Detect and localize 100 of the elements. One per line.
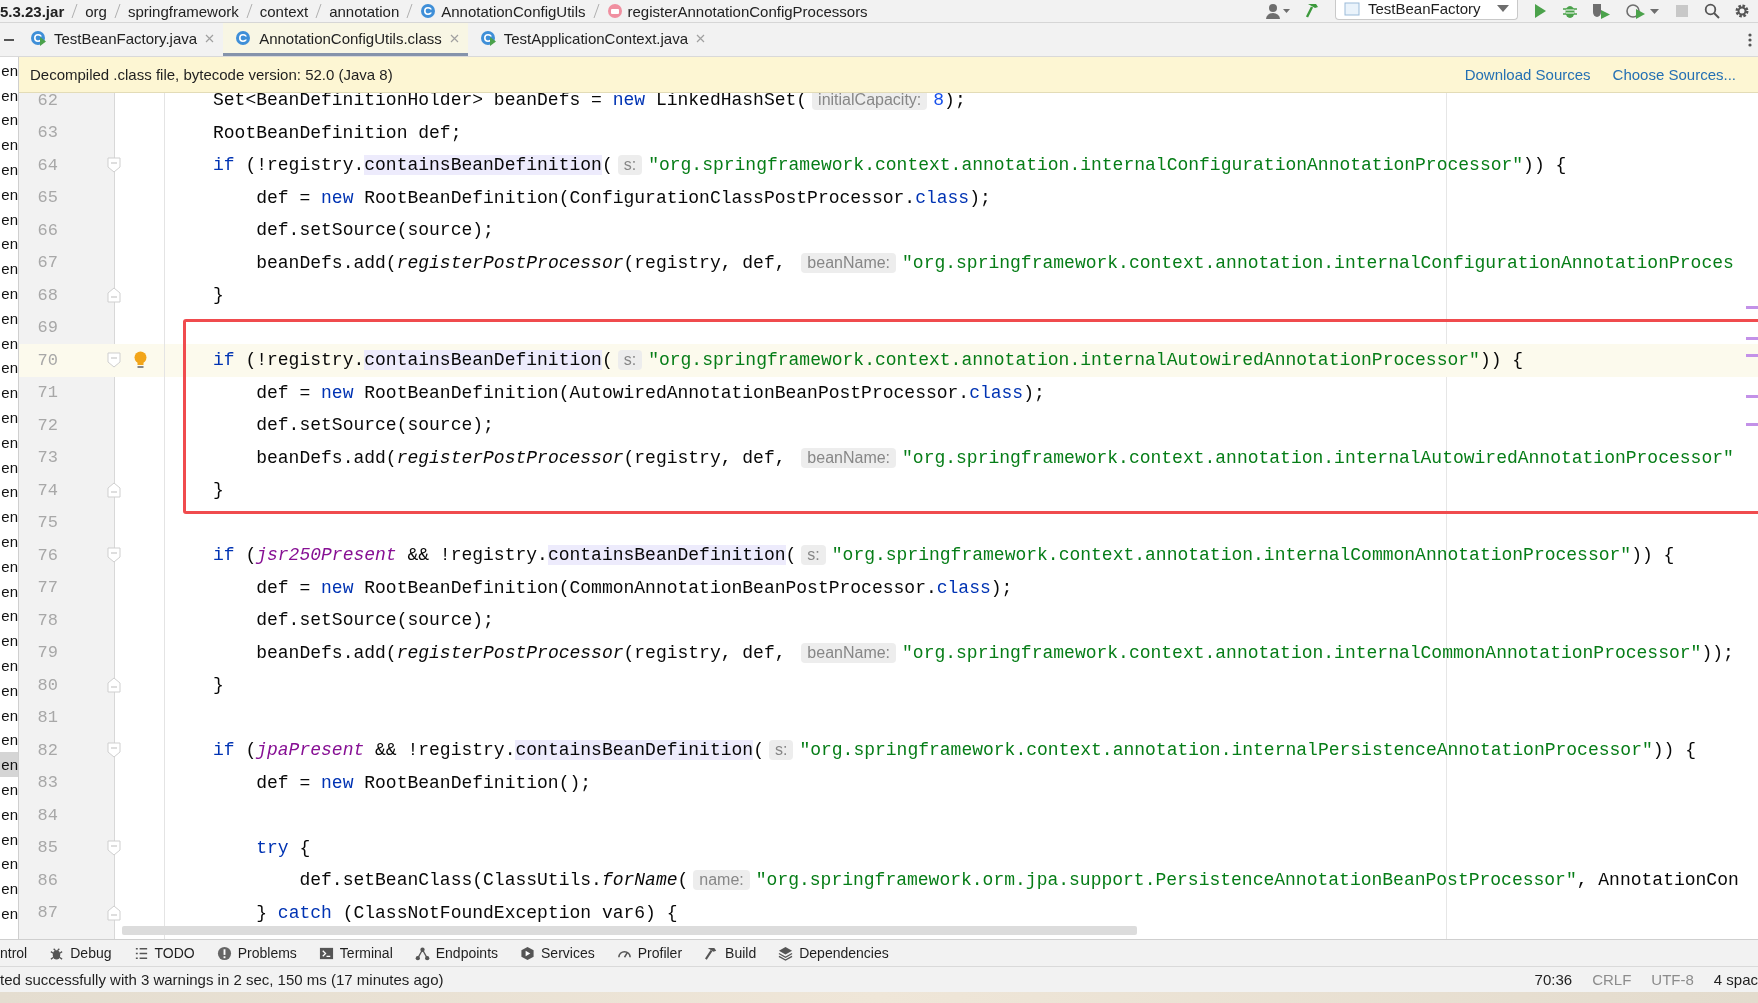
tree-item[interactable]: en — [1, 681, 18, 699]
indent-setting[interactable]: 4 spac — [1713, 971, 1758, 988]
tree-item[interactable]: en — [1, 781, 18, 798]
tree-item[interactable]: en — [1, 657, 18, 674]
breadcrumb-item[interactable]: annotation — [329, 2, 400, 20]
debug-icon[interactable] — [1562, 3, 1578, 19]
line-number: 87 — [36, 903, 58, 923]
profiler-icon[interactable] — [1626, 3, 1660, 19]
tool-window-button[interactable]: Problems — [216, 945, 297, 961]
tree-item[interactable]: en — [1, 161, 18, 179]
tree-item[interactable]: en — [1, 136, 18, 154]
editor-tab[interactable]: AnnotationConfigUtils.class — [223, 23, 468, 56]
breadcrumb-item[interactable]: registerAnnotationConfigProcessors — [627, 2, 868, 20]
tree-item[interactable]: en — [1, 334, 18, 352]
close-icon[interactable] — [696, 33, 705, 43]
tree-item[interactable]: en — [1, 309, 18, 327]
breadcrumb-item[interactable]: context — [259, 2, 309, 20]
tree-item[interactable]: en — [1, 235, 18, 253]
tree-item[interactable]: en — [1, 706, 18, 724]
run-configuration-selector[interactable]: TestBeanFactory — [1335, 0, 1518, 20]
fold-icon[interactable] — [107, 904, 121, 921]
notice-link[interactable]: Choose Sources... — [1612, 66, 1736, 83]
caret-position[interactable]: 70:36 — [1534, 971, 1573, 988]
tree-item[interactable]: en — [1, 433, 18, 451]
tool-window-button[interactable]: TODO — [133, 945, 195, 961]
tree-item[interactable]: en — [1, 731, 18, 749]
breadcrumb-item[interactable]: springframework — [127, 2, 239, 20]
error-stripe-mark[interactable] — [1746, 354, 1758, 357]
tree-item[interactable]: en — [1, 905, 18, 922]
line-number: 64 — [36, 155, 58, 175]
tree-item[interactable]: en — [1, 61, 18, 79]
error-stripe-mark[interactable] — [1746, 337, 1758, 340]
class-file-icon — [479, 30, 496, 46]
tree-item[interactable]: en — [1, 632, 18, 650]
settings-icon[interactable] — [1734, 3, 1750, 19]
error-stripe-mark[interactable] — [1746, 395, 1758, 398]
tree-item[interactable]: en — [1, 185, 18, 203]
tree-item[interactable]: en — [1, 111, 18, 129]
tree-item[interactable]: en — [1, 830, 18, 848]
breadcrumb-separator — [406, 3, 414, 19]
tree-item[interactable]: en — [1, 458, 18, 476]
lightbulb-icon[interactable] — [133, 351, 148, 370]
tree-item[interactable]: en — [1, 582, 18, 600]
fold-icon[interactable] — [107, 352, 121, 369]
tool-window-button[interactable]: Terminal — [318, 945, 393, 961]
fold-icon[interactable] — [107, 287, 121, 304]
fold-icon[interactable] — [107, 547, 121, 564]
editor-tab[interactable]: TestBeanFactory.java — [18, 23, 224, 56]
tool-window-button[interactable]: Services — [520, 945, 595, 961]
collapse-icon[interactable] — [4, 38, 14, 41]
close-icon[interactable] — [449, 33, 459, 43]
tree-item[interactable]: en — [1, 855, 18, 873]
line-number: 75 — [36, 513, 58, 533]
coverage-icon[interactable] — [1592, 3, 1612, 19]
notice-link[interactable]: Download Sources — [1464, 66, 1591, 83]
tool-window-button[interactable]: Endpoints — [414, 945, 499, 961]
fold-icon[interactable] — [107, 157, 121, 174]
tree-item[interactable]: en — [1, 359, 18, 377]
tree-item[interactable]: en — [1, 384, 18, 402]
error-stripe-mark[interactable] — [1746, 423, 1758, 426]
tree-item[interactable]: en — [1, 805, 18, 823]
error-stripe-mark[interactable] — [1746, 306, 1758, 309]
fold-icon[interactable] — [107, 677, 121, 694]
fold-icon[interactable] — [107, 839, 121, 856]
fold-icon[interactable] — [107, 482, 121, 499]
tool-window-button[interactable]: ntrol — [0, 945, 28, 961]
tree-item[interactable]: en — [1, 409, 18, 427]
tool-window-button[interactable]: Debug — [49, 945, 112, 961]
tree-item[interactable]: en — [1, 508, 18, 526]
search-icon[interactable] — [1704, 3, 1720, 19]
run-icon[interactable] — [1532, 3, 1548, 19]
tool-window-button[interactable]: Build — [704, 945, 757, 961]
stop-icon[interactable] — [1674, 3, 1690, 19]
status-message: ted successfully with 3 warnings in 2 sec, 150 ms (17 minutes ago) — [0, 971, 445, 988]
tree-item[interactable]: en — [1, 285, 18, 303]
tree-item[interactable]: en — [1, 483, 18, 501]
fold-icon[interactable] — [107, 742, 121, 759]
horizontal-scrollbar[interactable] — [122, 926, 1137, 935]
tree-item[interactable]: en — [1, 607, 18, 625]
close-icon[interactable] — [205, 33, 215, 43]
breadcrumb-item[interactable]: org — [85, 2, 107, 20]
code-text: } — [213, 480, 224, 501]
breadcrumb-item[interactable]: 5.3.23.jar — [0, 2, 65, 20]
tree-item[interactable]: en — [1, 880, 18, 898]
code-text: def.setSource(source); — [256, 610, 494, 631]
tree-item[interactable]: en — [1, 557, 18, 575]
tree-item[interactable]: en — [1, 86, 18, 104]
tool-window-button[interactable]: Dependencies — [778, 945, 889, 961]
user-icon[interactable] — [1265, 3, 1291, 19]
more-icon[interactable] — [1748, 32, 1752, 47]
tree-item[interactable]: en — [1, 210, 18, 228]
code-text: "org.springframework.context.annotation.internalConfigurationAnnotationProces — [902, 252, 1734, 273]
hammer-icon[interactable] — [1305, 3, 1321, 19]
breadcrumb-item[interactable]: AnnotationConfigUtils — [441, 2, 586, 20]
layers-icon — [778, 945, 794, 961]
tool-window-button[interactable]: Profiler — [616, 945, 683, 961]
breadcrumb-separator — [113, 3, 121, 19]
editor-tab[interactable]: TestApplicationContext.java — [467, 23, 714, 56]
tree-item[interactable]: en — [1, 260, 18, 278]
tree-item[interactable]: en — [1, 533, 18, 551]
